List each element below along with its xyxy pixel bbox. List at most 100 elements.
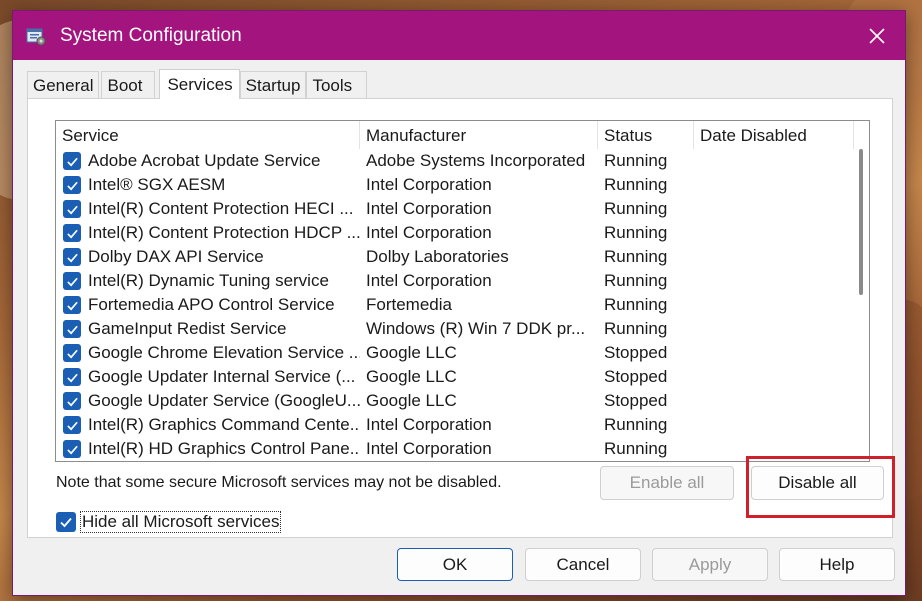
ok-button[interactable]: OK: [397, 548, 513, 581]
status-cell: Running: [604, 271, 668, 290]
service-cell: Adobe Acrobat Update Service: [56, 151, 360, 171]
manufacturer-cell: Intel Corporation: [366, 439, 492, 458]
status-cell: Stopped: [604, 367, 668, 386]
status-cell: Running: [604, 295, 668, 314]
tab-startup[interactable]: Startup: [239, 71, 307, 99]
manufacturer-cell: Adobe Systems Incorporated: [366, 151, 586, 170]
enable-all-label: Enable all: [629, 473, 705, 492]
column-header-service[interactable]: Service: [56, 121, 360, 149]
vertical-scrollbar[interactable]: [854, 121, 869, 461]
checkmark-icon: [66, 253, 78, 262]
service-name: Intel(R) Graphics Command Cente...: [88, 415, 360, 434]
service-name: Google Updater Service (GoogleU...: [88, 391, 360, 410]
manufacturer-cell: Google LLC: [366, 367, 457, 386]
service-checkbox[interactable]: [63, 176, 81, 194]
column-header-date-disabled[interactable]: Date Disabled: [694, 121, 854, 149]
table-row[interactable]: Intel(R) Content Protection HDCP ... Inte…: [56, 221, 856, 245]
table-row[interactable]: Fortemedia APO Control Service Fortemedia…: [56, 293, 856, 317]
service-name: GameInput Redist Service: [88, 319, 287, 338]
checkmark-icon: [66, 205, 78, 214]
service-cell: Google Updater Internal Service (...: [56, 367, 360, 387]
service-cell: Intel(R) HD Graphics Control Pane...: [56, 439, 360, 459]
status-cell: Running: [604, 247, 668, 266]
close-button[interactable]: [849, 11, 905, 60]
manufacturer-cell: Google LLC: [366, 391, 457, 410]
tab-tools[interactable]: Tools: [306, 71, 368, 99]
table-row[interactable]: Intel® SGX AESM Intel Corporation Running: [56, 173, 856, 197]
manufacturer-cell: Intel Corporation: [366, 271, 492, 290]
table-row[interactable]: Google Chrome Elevation Service ... Googl…: [56, 341, 856, 365]
service-checkbox[interactable]: [63, 440, 81, 458]
checkmark-icon: [66, 325, 78, 334]
service-cell: Intel(R) Dynamic Tuning service: [56, 271, 360, 291]
help-button[interactable]: Help: [779, 548, 895, 581]
service-checkbox[interactable]: [63, 224, 81, 242]
service-checkbox[interactable]: [63, 248, 81, 266]
column-header-manufacturer[interactable]: Manufacturer: [360, 121, 598, 149]
service-name: Intel® SGX AESM: [88, 175, 226, 194]
table-row[interactable]: GameInput Redist Service Windows (R) Win …: [56, 317, 856, 341]
status-cell: Running: [604, 319, 668, 338]
service-checkbox[interactable]: [63, 320, 81, 338]
service-name: Google Updater Internal Service (...: [88, 367, 356, 386]
service-checkbox[interactable]: [63, 296, 81, 314]
status-cell: Running: [604, 151, 668, 170]
service-checkbox[interactable]: [63, 392, 81, 410]
cancel-button[interactable]: Cancel: [525, 548, 641, 581]
table-row[interactable]: Intel(R) Graphics Command Cente... Intel …: [56, 413, 856, 437]
service-checkbox[interactable]: [63, 272, 81, 290]
manufacturer-cell: Intel Corporation: [366, 199, 492, 218]
manufacturer-cell: Intel Corporation: [366, 223, 492, 242]
table-row[interactable]: Intel(R) Content Protection HECI ... Inte…: [56, 197, 856, 221]
title-bar[interactable]: System Configuration: [13, 11, 905, 60]
table-row[interactable]: Google Updater Internal Service (... Goog…: [56, 365, 856, 389]
services-list[interactable]: Service Manufacturer Status Date Disable…: [55, 120, 870, 462]
scroll-thumb[interactable]: [859, 149, 863, 295]
service-name: Intel(R) Content Protection HDCP ...: [88, 223, 360, 242]
tab-services[interactable]: Services: [159, 69, 240, 99]
table-row[interactable]: Dolby DAX API Service Dolby Laboratories R…: [56, 245, 856, 269]
hide-microsoft-services-checkbox[interactable]: [56, 512, 76, 532]
service-checkbox[interactable]: [63, 152, 81, 170]
hide-microsoft-services[interactable]: Hide all Microsoft services: [56, 511, 282, 533]
apply-label: Apply: [688, 554, 732, 574]
status-cell: Running: [604, 199, 668, 218]
enable-all-button[interactable]: Enable all: [600, 466, 734, 500]
service-name: Google Chrome Elevation Service ...: [88, 343, 360, 362]
services-tab-panel: Service Manufacturer Status Date Disable…: [27, 98, 895, 538]
hide-microsoft-services-label: Hide all Microsoft services: [80, 511, 282, 533]
service-checkbox[interactable]: [63, 368, 81, 386]
secure-services-note: Note that some secure Microsoft services…: [56, 474, 502, 491]
checkmark-icon: [66, 157, 78, 166]
checkmark-icon: [66, 301, 78, 310]
apply-button[interactable]: Apply: [652, 548, 768, 581]
tab-general[interactable]: General: [27, 71, 100, 99]
list-header: Service Manufacturer Status Date Disable…: [56, 121, 856, 149]
manufacturer-cell: Fortemedia: [366, 295, 452, 314]
msconfig-app-icon: [26, 28, 46, 45]
service-name: Intel(R) Content Protection HECI ...: [88, 199, 354, 218]
service-checkbox[interactable]: [63, 344, 81, 362]
status-cell: Running: [604, 175, 668, 194]
table-row[interactable]: Google Updater Service (GoogleU... Google…: [56, 389, 856, 413]
checkmark-icon: [66, 445, 78, 454]
tab-boot[interactable]: Boot: [101, 71, 156, 99]
service-checkbox[interactable]: [63, 416, 81, 434]
status-cell: Stopped: [604, 343, 668, 362]
service-cell: Google Updater Service (GoogleU...: [56, 391, 360, 411]
service-cell: Intel(R) Content Protection HECI ...: [56, 199, 360, 219]
checkmark-icon: [66, 181, 78, 190]
window-title: System Configuration: [60, 24, 242, 46]
checkmark-icon: [66, 373, 78, 382]
table-row[interactable]: Intel(R) Dynamic Tuning service Intel Cor…: [56, 269, 856, 293]
service-checkbox[interactable]: [63, 200, 81, 218]
status-cell: Running: [604, 415, 668, 434]
service-cell: Intel(R) Content Protection HDCP ...: [56, 223, 360, 243]
status-cell: Running: [604, 223, 668, 242]
checkmark-icon: [66, 349, 78, 358]
table-row[interactable]: Adobe Acrobat Update Service Adobe System…: [56, 149, 856, 173]
service-name: Dolby DAX API Service: [88, 247, 264, 266]
service-rows: Adobe Acrobat Update Service Adobe System…: [56, 149, 856, 461]
column-header-status[interactable]: Status: [598, 121, 694, 149]
table-row[interactable]: Intel(R) HD Graphics Control Pane... Inte…: [56, 437, 856, 461]
